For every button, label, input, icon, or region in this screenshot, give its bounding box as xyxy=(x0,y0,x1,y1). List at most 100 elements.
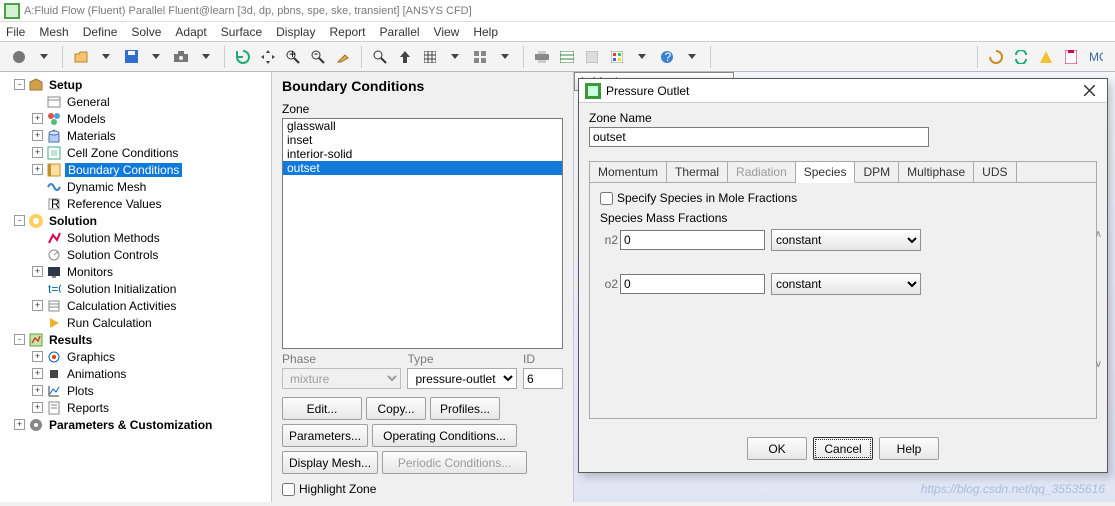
tree-item-graphics[interactable]: +Graphics xyxy=(4,348,271,365)
menu-parallel[interactable]: Parallel xyxy=(380,25,420,39)
move-icon[interactable] xyxy=(257,46,279,68)
id-field[interactable] xyxy=(523,368,563,389)
zone-list[interactable]: glasswallinsetinterior-solidoutset xyxy=(282,118,563,349)
tab-species[interactable]: Species xyxy=(796,162,856,183)
arrow-up-icon[interactable] xyxy=(394,46,416,68)
zoom-fit-icon[interactable] xyxy=(369,46,391,68)
tree-item-reference-values[interactable]: RReference Values xyxy=(4,195,271,212)
species-value-input[interactable] xyxy=(620,274,765,294)
tree-item-reports[interactable]: +Reports xyxy=(4,399,271,416)
mole-fraction-checkbox[interactable] xyxy=(600,192,613,205)
zone-item[interactable]: interior-solid xyxy=(283,147,562,161)
warning-icon[interactable] xyxy=(1035,46,1057,68)
zoom-out-icon[interactable]: - xyxy=(307,46,329,68)
operating-conditions-button[interactable]: Operating Conditions... xyxy=(372,424,517,447)
ok-button[interactable]: OK xyxy=(747,437,807,460)
color-icon[interactable] xyxy=(606,46,628,68)
help-icon[interactable]: ? xyxy=(656,46,678,68)
tree-item-cell-zone-conditions[interactable]: +Cell Zone Conditions xyxy=(4,144,271,161)
display-mesh-button[interactable]: Display Mesh... xyxy=(282,451,378,474)
expander-icon[interactable]: - xyxy=(14,79,25,90)
tree-item-general[interactable]: General xyxy=(4,93,271,110)
tree-item-models[interactable]: +Models xyxy=(4,110,271,127)
menu-solve[interactable]: Solve xyxy=(131,25,161,39)
expander-icon[interactable]: - xyxy=(14,334,25,345)
dropdown-icon[interactable] xyxy=(444,46,466,68)
parameters-button[interactable]: Parameters... xyxy=(282,424,368,447)
dropdown-icon[interactable] xyxy=(494,46,516,68)
tree-item-plots[interactable]: +Plots xyxy=(4,382,271,399)
palette-icon[interactable]: MO: xyxy=(1085,46,1107,68)
cancel-button[interactable]: Cancel xyxy=(813,437,873,460)
dropdown-icon[interactable] xyxy=(681,46,703,68)
species-mode-select[interactable]: constant xyxy=(771,273,921,295)
save-icon[interactable] xyxy=(120,46,142,68)
tree-item-run-calculation[interactable]: Run Calculation xyxy=(4,314,271,331)
expander-icon[interactable]: + xyxy=(32,164,43,175)
zone-name-input[interactable] xyxy=(589,127,929,147)
tree-item-animations[interactable]: +Animations xyxy=(4,365,271,382)
highlight-zone-checkbox[interactable] xyxy=(282,483,295,496)
refresh-icon[interactable] xyxy=(232,46,254,68)
tree-item-solution[interactable]: -Solution xyxy=(4,212,271,229)
menu-view[interactable]: View xyxy=(434,25,460,39)
print-icon[interactable] xyxy=(531,46,553,68)
tree-item-calculation-activities[interactable]: +Calculation Activities xyxy=(4,297,271,314)
close-icon[interactable] xyxy=(1077,82,1101,100)
species-mode-select[interactable]: constant xyxy=(771,229,921,251)
scroll-up-icon[interactable]: ∧ xyxy=(1095,229,1102,240)
expander-icon[interactable]: + xyxy=(32,266,43,277)
camera-icon[interactable] xyxy=(170,46,192,68)
probe-icon[interactable] xyxy=(332,46,354,68)
expander-icon[interactable]: + xyxy=(32,368,43,379)
expander-icon[interactable]: + xyxy=(14,419,25,430)
tree-item-solution-controls[interactable]: Solution Controls xyxy=(4,246,271,263)
tree-item-monitors[interactable]: +Monitors xyxy=(4,263,271,280)
expander-icon[interactable]: + xyxy=(32,351,43,362)
expander-icon[interactable]: + xyxy=(32,147,43,158)
expander-icon[interactable]: + xyxy=(32,300,43,311)
tab-thermal[interactable]: Thermal xyxy=(667,162,728,182)
menu-surface[interactable]: Surface xyxy=(221,25,262,39)
refresh-icon[interactable] xyxy=(985,46,1007,68)
menu-file[interactable]: File xyxy=(6,25,25,39)
profiles-button[interactable]: Profiles... xyxy=(430,397,500,420)
scroll-down-icon[interactable]: ∨ xyxy=(1095,359,1102,370)
expander-icon[interactable]: + xyxy=(32,130,43,141)
dropdown-icon[interactable] xyxy=(195,46,217,68)
edit-button[interactable]: Edit... xyxy=(282,397,362,420)
dropdown-icon[interactable] xyxy=(631,46,653,68)
tree-item-dynamic-mesh[interactable]: Dynamic Mesh xyxy=(4,178,271,195)
expander-icon[interactable]: + xyxy=(32,385,43,396)
open-icon[interactable] xyxy=(70,46,92,68)
zone-item[interactable]: glasswall xyxy=(283,119,562,133)
tab-dpm[interactable]: DPM xyxy=(855,162,899,182)
tree-item-parameters-customization[interactable]: +Parameters & Customization xyxy=(4,416,271,433)
tree-item-solution-methods[interactable]: Solution Methods xyxy=(4,229,271,246)
tree-item-results[interactable]: -Results xyxy=(4,331,271,348)
expander-icon[interactable]: + xyxy=(32,402,43,413)
expander-icon[interactable]: - xyxy=(14,215,25,226)
dropdown-icon[interactable] xyxy=(95,46,117,68)
zone-item[interactable]: inset xyxy=(283,133,562,147)
tab-uds[interactable]: UDS xyxy=(974,162,1016,182)
help-button[interactable]: Help xyxy=(879,437,939,460)
tree-item-boundary-conditions[interactable]: +Boundary Conditions xyxy=(4,161,271,178)
species-value-input[interactable] xyxy=(620,230,765,250)
zone-item[interactable]: outset xyxy=(283,161,562,175)
tab-momentum[interactable]: Momentum xyxy=(590,162,667,182)
dropdown-icon[interactable] xyxy=(145,46,167,68)
spreadsheet-icon[interactable] xyxy=(556,46,578,68)
expander-icon[interactable]: + xyxy=(32,113,43,124)
copy-button[interactable]: Copy... xyxy=(366,397,426,420)
type-select[interactable]: pressure-outlet xyxy=(407,368,517,389)
outline-tree[interactable]: -SetupGeneral+Models+Materials+Cell Zone… xyxy=(0,72,272,502)
menu-display[interactable]: Display xyxy=(276,25,315,39)
menu-adapt[interactable]: Adapt xyxy=(175,25,206,39)
zoom-in-icon[interactable]: + xyxy=(282,46,304,68)
tab-multiphase[interactable]: Multiphase xyxy=(899,162,974,182)
fluent-logo-icon[interactable] xyxy=(8,46,30,68)
tile-icon[interactable] xyxy=(469,46,491,68)
menu-define[interactable]: Define xyxy=(83,25,118,39)
tree-item-materials[interactable]: +Materials xyxy=(4,127,271,144)
